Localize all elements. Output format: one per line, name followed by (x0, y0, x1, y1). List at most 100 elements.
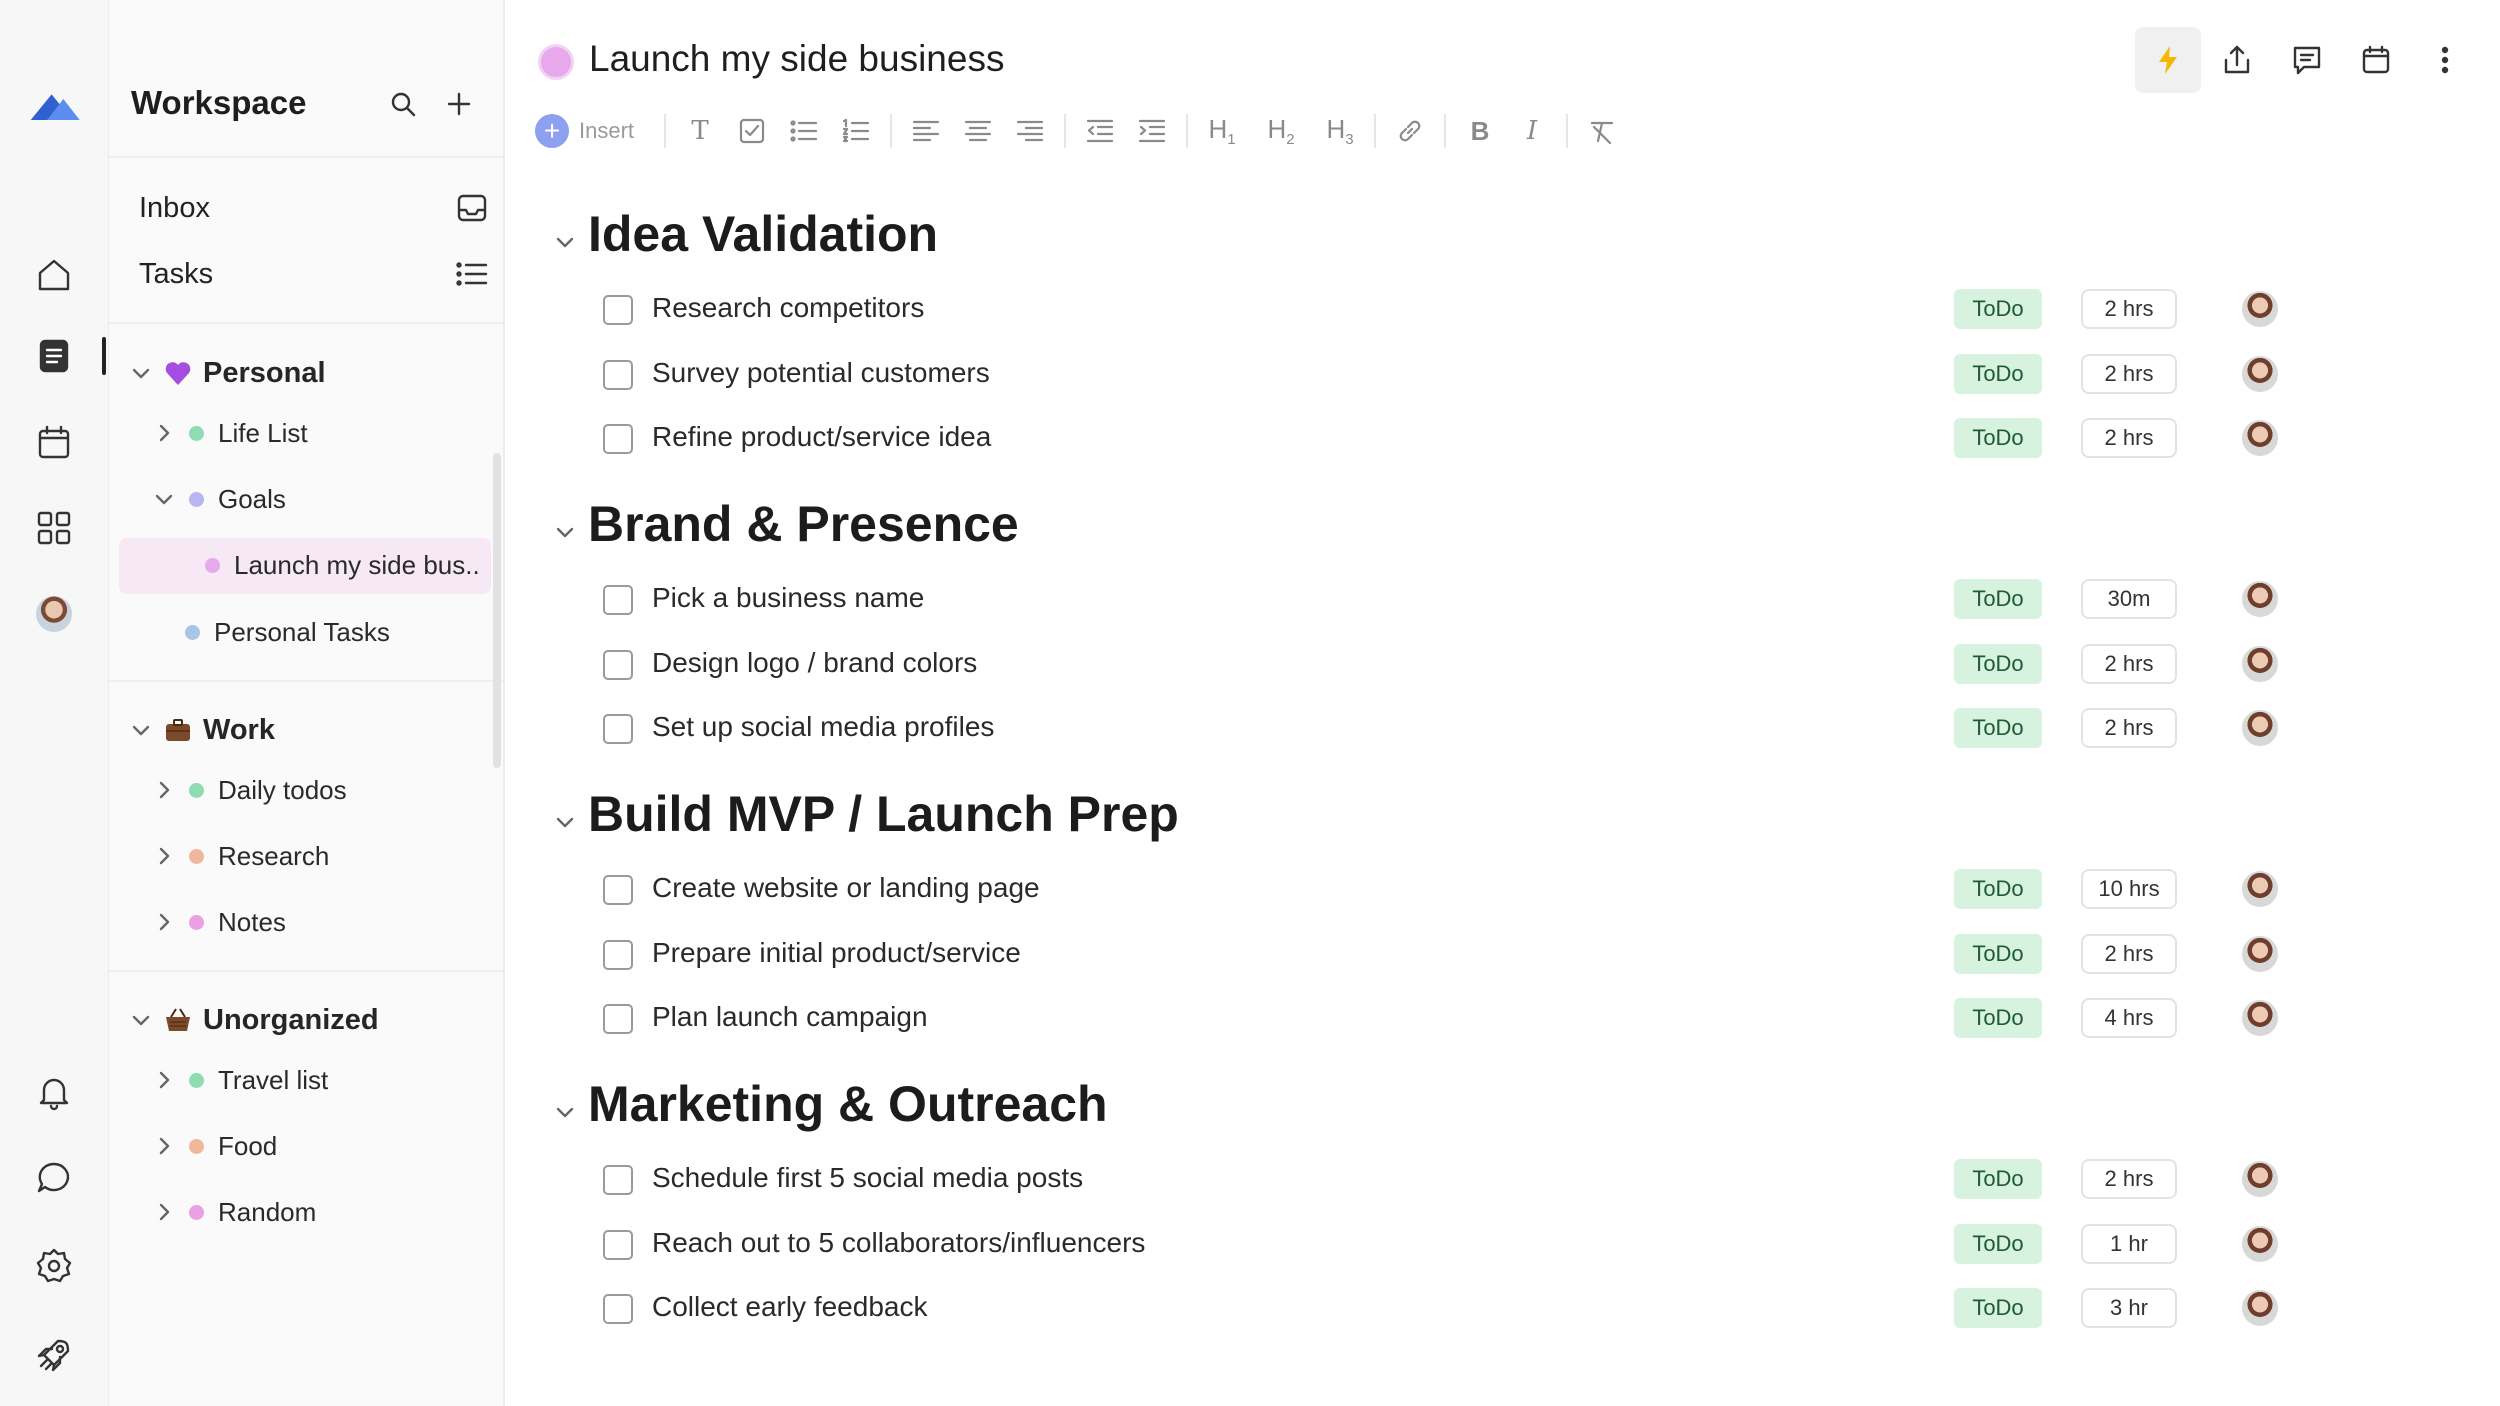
bold-button[interactable]: B (1457, 108, 1503, 154)
align-left-button[interactable] (903, 108, 949, 154)
task-title[interactable]: Plan launch campaign (652, 1001, 928, 1033)
link-button[interactable] (1387, 108, 1433, 154)
heading-1-button[interactable]: H1 (1199, 108, 1245, 154)
task-row[interactable]: Design logo / brand colors ToDo 2 hrs (603, 640, 2323, 688)
task-checkbox[interactable] (603, 939, 633, 970)
time-estimate[interactable]: 2 hrs (2081, 643, 2177, 684)
task-title[interactable]: Set up social media profiles (652, 711, 994, 743)
task-title[interactable]: Reach out to 5 collaborators/influencers (652, 1227, 1145, 1259)
automation-button[interactable] (2135, 27, 2201, 93)
home-icon[interactable] (26, 247, 82, 303)
align-center-button[interactable] (955, 108, 1001, 154)
chevron-down-icon[interactable] (153, 488, 175, 510)
rocket-icon[interactable] (26, 1327, 82, 1383)
assignee-avatar[interactable] (2242, 1000, 2278, 1036)
section-heading[interactable]: Build MVP / Launch Prep (588, 785, 1179, 843)
heading-2-button[interactable]: H2 (1258, 108, 1304, 154)
task-checkbox[interactable] (603, 585, 633, 615)
section-heading[interactable]: Idea Validation (588, 205, 938, 263)
time-estimate[interactable]: 2 hrs (2081, 1159, 2177, 1199)
text-style-button[interactable]: T (677, 108, 723, 154)
sidebar-item-travel-list[interactable]: Travel list (153, 1055, 328, 1105)
bell-icon[interactable] (26, 1064, 82, 1120)
status-badge[interactable]: ToDo (1954, 643, 2042, 684)
task-title[interactable]: Prepare initial product/service (652, 937, 1021, 969)
sidebar-scrollbar[interactable] (493, 453, 501, 768)
chevron-right-icon[interactable] (153, 845, 175, 867)
task-row[interactable]: Survey potential customers ToDo 2 hrs (603, 350, 2323, 398)
status-badge[interactable]: ToDo (1954, 933, 2042, 974)
time-estimate[interactable]: 30m (2081, 579, 2177, 619)
sidebar-item-personal-tasks[interactable]: Personal Tasks (185, 607, 390, 657)
sidebar-item-launch-side-business[interactable]: Launch my side bus.. (205, 540, 480, 590)
chevron-right-icon[interactable] (153, 779, 175, 801)
task-row[interactable]: Plan launch campaign ToDo 4 hrs (603, 994, 2323, 1042)
task-checkbox[interactable] (603, 1294, 633, 1324)
sidebar-item-food[interactable]: Food (153, 1121, 277, 1171)
sidebar-item-research[interactable]: Research (153, 831, 329, 881)
task-title[interactable]: Schedule first 5 social media posts (652, 1162, 1083, 1194)
task-checkbox[interactable] (603, 424, 633, 454)
assignee-avatar[interactable] (2242, 420, 2278, 456)
status-badge[interactable]: ToDo (1954, 418, 2042, 458)
task-row[interactable]: Schedule first 5 social media posts ToDo 2… (603, 1155, 2323, 1203)
task-title[interactable]: Research competitors (652, 292, 924, 324)
assignee-avatar[interactable] (2242, 935, 2278, 972)
sidebar-item-goals[interactable]: Goals (153, 474, 286, 524)
status-badge[interactable]: ToDo (1954, 579, 2042, 619)
clear-format-button[interactable] (1579, 108, 1625, 154)
chevron-down-icon[interactable] (552, 1099, 578, 1125)
chevron-down-icon[interactable] (552, 519, 578, 545)
chat-icon[interactable] (26, 1150, 82, 1206)
assignee-avatar[interactable] (2242, 581, 2278, 617)
assignee-avatar[interactable] (2242, 1290, 2278, 1326)
grid-icon[interactable] (26, 500, 82, 556)
time-estimate[interactable]: 1 hr (2081, 1223, 2177, 1264)
task-title[interactable]: Pick a business name (652, 582, 924, 614)
gear-icon[interactable] (26, 1238, 82, 1294)
time-estimate[interactable]: 2 hrs (2081, 708, 2177, 748)
align-right-button[interactable] (1007, 108, 1053, 154)
chevron-right-icon[interactable] (153, 911, 175, 933)
chevron-down-icon[interactable] (129, 1008, 153, 1032)
sidebar-item-notes[interactable]: Notes (153, 897, 286, 947)
time-estimate[interactable]: 2 hrs (2081, 353, 2177, 394)
sidebar-item-daily-todos[interactable]: Daily todos (153, 765, 347, 815)
section-unorganized[interactable]: Unorganized (129, 995, 379, 1045)
assignee-avatar[interactable] (2242, 1161, 2278, 1197)
share-button[interactable] (2204, 27, 2270, 93)
status-badge[interactable]: ToDo (1954, 1159, 2042, 1199)
task-checkbox[interactable] (603, 1229, 633, 1260)
task-title[interactable]: Collect early feedback (652, 1291, 927, 1323)
assignee-avatar[interactable] (2242, 710, 2278, 746)
insert-button[interactable]: + Insert (535, 114, 634, 148)
time-estimate[interactable]: 2 hrs (2081, 289, 2177, 329)
sidebar-item-random[interactable]: Random (153, 1187, 316, 1237)
chevron-right-icon[interactable] (153, 1135, 175, 1157)
task-row[interactable]: Refine product/service idea ToDo 2 hrs (603, 414, 2323, 462)
task-row[interactable]: Set up social media profiles ToDo 2 hrs (603, 704, 2323, 752)
indent-button[interactable] (1129, 108, 1175, 154)
task-checkbox[interactable] (603, 649, 633, 680)
section-personal[interactable]: Personal (129, 348, 326, 398)
section-heading[interactable]: Brand & Presence (588, 495, 1019, 553)
assignee-avatar[interactable] (2242, 355, 2278, 392)
sidebar-item-life-list[interactable]: Life List (153, 408, 308, 458)
chevron-right-icon[interactable] (153, 1201, 175, 1223)
checkbox-button[interactable] (729, 108, 775, 154)
time-estimate[interactable]: 2 hrs (2081, 418, 2177, 458)
task-row[interactable]: Collect early feedback ToDo 3 hr (603, 1284, 2323, 1332)
task-checkbox[interactable] (603, 875, 633, 905)
task-checkbox[interactable] (603, 714, 633, 744)
numbered-list-button[interactable] (833, 108, 879, 154)
calendar-icon[interactable] (26, 415, 82, 471)
status-badge[interactable]: ToDo (1954, 289, 2042, 329)
task-title[interactable]: Create website or landing page (652, 872, 1040, 904)
assignee-avatar[interactable] (2242, 291, 2278, 327)
time-estimate[interactable]: 3 hr (2081, 1288, 2177, 1328)
task-checkbox[interactable] (603, 295, 633, 325)
document-icon[interactable] (26, 328, 82, 384)
time-estimate[interactable]: 2 hrs (2081, 933, 2177, 974)
page-title[interactable]: Launch my side business (589, 38, 1004, 80)
italic-button[interactable]: I (1509, 108, 1555, 154)
